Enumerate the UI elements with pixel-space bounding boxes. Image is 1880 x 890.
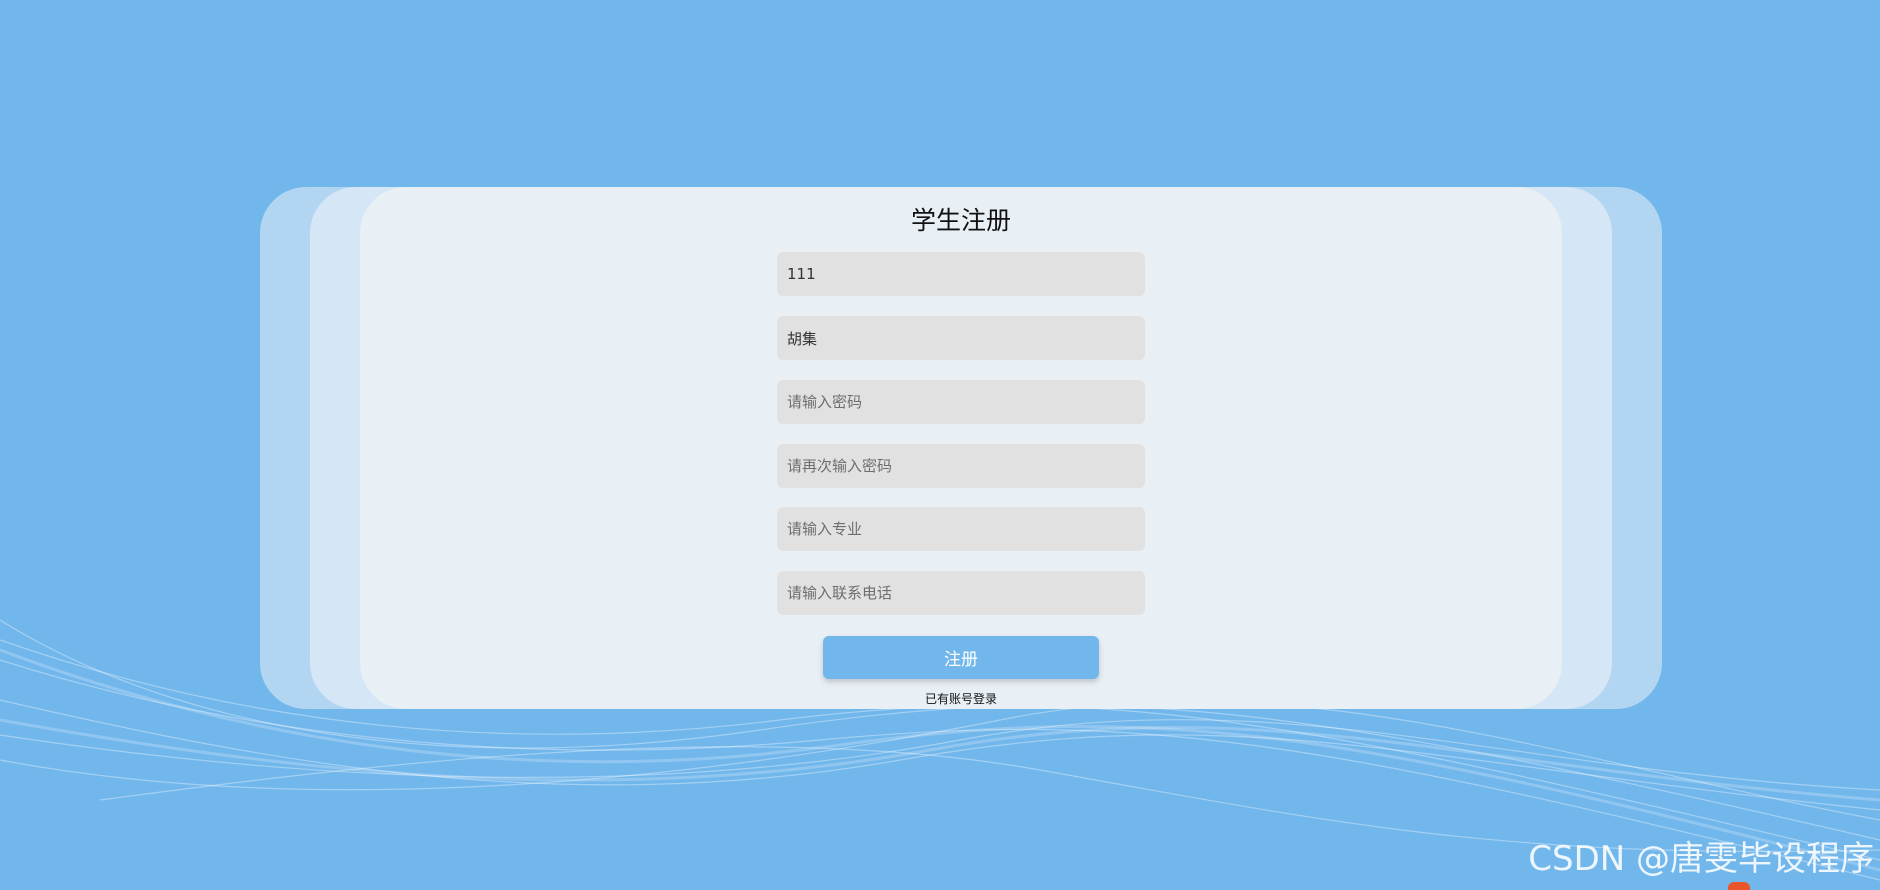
page-title: 学生注册 [910,206,1011,235]
login-link[interactable]: 已有账号登录 [360,690,1562,707]
corner-logo-icon [1728,882,1750,890]
watermark: CSDN @唐雯毕设程序 [1528,839,1874,879]
register-button[interactable]: 注册 [823,636,1099,679]
password-input[interactable] [777,380,1145,424]
major-input[interactable] [777,507,1145,551]
student-id-input[interactable] [777,252,1145,296]
name-input[interactable] [777,316,1145,360]
register-form: 学生注册 注册 已有账号登录 [360,187,1562,709]
confirm-password-input[interactable] [777,444,1145,488]
phone-input[interactable] [777,571,1145,615]
